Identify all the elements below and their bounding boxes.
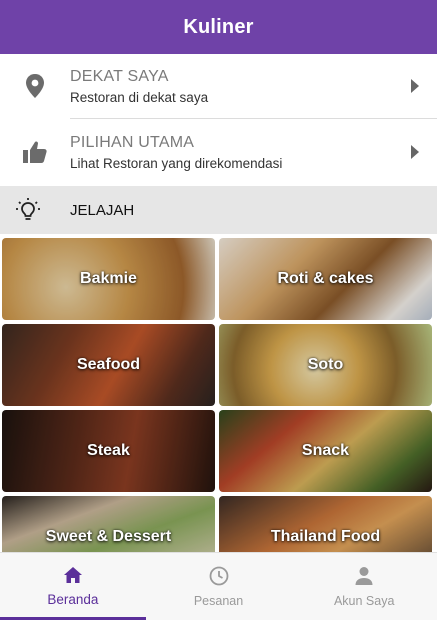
menu-item-dekat-saya[interactable]: DEKAT SAYA Restoran di dekat saya	[0, 54, 437, 118]
nav-item-akun-saya[interactable]: Akun Saya	[291, 553, 437, 620]
menu-item-subtitle: Restoran di dekat saya	[70, 89, 209, 105]
home-icon	[63, 567, 82, 583]
category-tile-soto[interactable]: Soto	[219, 324, 432, 406]
nav-item-beranda[interactable]: Beranda	[0, 553, 146, 620]
category-label: Soto	[307, 356, 344, 373]
category-label: Snack	[301, 442, 350, 459]
category-label: Sweet & Dessert	[45, 528, 172, 545]
category-tile-bakmie[interactable]: Bakmie	[2, 238, 215, 320]
nav-label: Akun Saya	[333, 593, 395, 608]
chevron-right-icon	[393, 79, 437, 93]
menu-item-title: PILIHAN UTAMA	[70, 133, 195, 151]
section-title: JELAJAH	[70, 201, 135, 219]
category-label: Thailand Food	[270, 528, 381, 545]
section-header-jelajah: JELAJAH	[0, 186, 437, 234]
chevron-right-icon	[393, 145, 437, 159]
nav-item-pesanan[interactable]: Pesanan	[146, 553, 292, 620]
clock-icon	[209, 566, 228, 585]
category-tile-steak[interactable]: Steak	[2, 410, 215, 492]
app-bar: Kuliner	[0, 0, 437, 54]
app-title: Kuliner	[183, 15, 254, 38]
category-label: Roti & cakes	[277, 270, 374, 287]
divider	[70, 118, 437, 119]
category-label: Steak	[87, 442, 130, 459]
category-tile-seafood[interactable]: Seafood	[2, 324, 215, 406]
nav-label: Beranda	[47, 592, 99, 607]
person-icon	[355, 566, 373, 585]
nav-label: Pesanan	[193, 593, 244, 608]
lightbulb-icon	[0, 197, 56, 223]
bottom-navigation: Beranda Pesanan Akun Saya	[0, 552, 437, 620]
category-tile-snack[interactable]: Snack	[219, 410, 432, 492]
menu-item-pilihan-utama[interactable]: PILIHAN UTAMA Lihat Restoran yang direko…	[0, 120, 437, 184]
location-pin-icon	[0, 73, 70, 99]
thumbs-up-icon	[0, 140, 70, 164]
menu-item-title: DEKAT SAYA	[70, 67, 169, 85]
category-grid: Bakmie Roti & cakes Seafood Soto Steak S…	[2, 238, 433, 578]
category-tile-roti-cakes[interactable]: Roti & cakes	[219, 238, 432, 320]
category-label: Bakmie	[80, 270, 137, 287]
menu-item-subtitle: Lihat Restoran yang direkomendasi	[70, 155, 283, 171]
category-label: Seafood	[76, 356, 141, 373]
